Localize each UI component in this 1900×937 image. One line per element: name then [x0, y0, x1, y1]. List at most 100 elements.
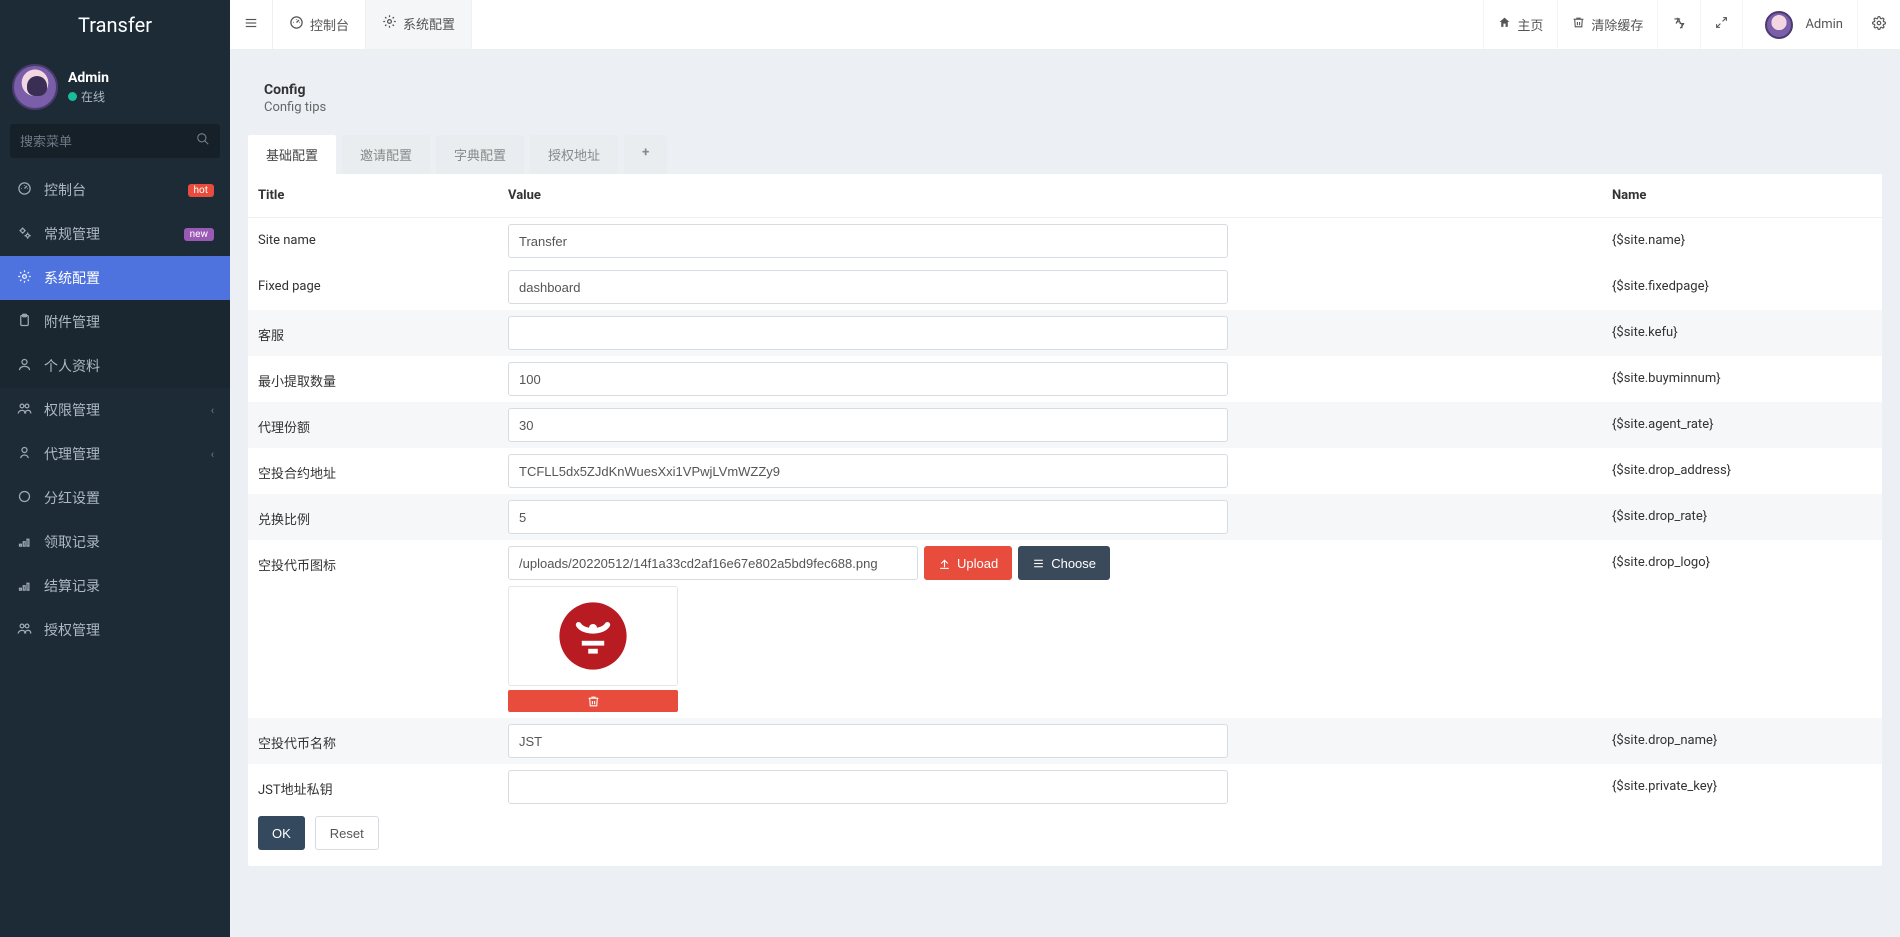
config-row: 客服{$site.kefu} — [248, 310, 1882, 356]
cogs-icon — [16, 225, 32, 244]
upload-label: Upload — [957, 556, 998, 571]
topbar-tab-0[interactable]: 控制台 — [273, 0, 366, 49]
sidebar-item-label: 控制台 — [44, 180, 176, 200]
config-row: 兑换比例{$site.drop_rate} — [248, 494, 1882, 540]
value-input[interactable] — [508, 270, 1228, 304]
value-input[interactable] — [508, 224, 1228, 258]
config-tab-3[interactable]: 授权地址 — [530, 135, 618, 174]
config-tab-1[interactable]: 邀请配置 — [342, 135, 430, 174]
row-name: {$site.drop_rate} — [1602, 494, 1882, 540]
language-button[interactable] — [1657, 0, 1700, 49]
config-row: JST地址私钥 {$site.private_key} — [248, 764, 1882, 810]
choose-button[interactable]: Choose — [1018, 546, 1110, 580]
row-name: {$site.private_key} — [1602, 764, 1882, 810]
sidebar-item-2[interactable]: 系统配置 — [0, 256, 230, 300]
row-value — [498, 402, 1602, 448]
search-icon[interactable] — [196, 132, 210, 150]
topbar-tab-label: 控制台 — [310, 15, 349, 34]
add-tab-button[interactable]: + — [624, 135, 667, 174]
upload-button[interactable]: Upload — [924, 546, 1012, 580]
row-value — [498, 494, 1602, 540]
home-label: 主页 — [1517, 15, 1543, 34]
row-name: {$site.buyminnum} — [1602, 356, 1882, 402]
value-input[interactable] — [508, 362, 1228, 396]
sidebar-item-5[interactable]: 权限管理 ‹ — [0, 388, 230, 432]
value-input[interactable] — [508, 500, 1228, 534]
sidebar-item-10[interactable]: 授权管理 — [0, 608, 230, 652]
clip-icon — [16, 313, 32, 332]
config-row: 空投合约地址{$site.drop_address} — [248, 448, 1882, 494]
topbar-tab-1[interactable]: 系统配置 — [366, 0, 472, 49]
sidebar-item-9[interactable]: 结算记录 — [0, 564, 230, 608]
agent-icon — [16, 445, 32, 464]
topbar: 控制台 系统配置 主页 清除缓存 — [230, 0, 1900, 50]
row-value — [498, 356, 1602, 402]
config-tab-2[interactable]: 字典配置 — [436, 135, 524, 174]
sidebar-item-6[interactable]: 代理管理 ‹ — [0, 432, 230, 476]
fullscreen-button[interactable] — [1700, 0, 1742, 49]
sidebar-item-7[interactable]: 分红设置 — [0, 476, 230, 520]
row-name: {$site.agent_rate} — [1602, 402, 1882, 448]
value-input[interactable] — [508, 454, 1228, 488]
sidebar-item-label: 授权管理 — [44, 620, 214, 640]
row-value — [498, 764, 1602, 810]
user-panel: Admin 在线 — [0, 50, 230, 124]
value-input[interactable] — [508, 724, 1228, 758]
value-input[interactable] — [508, 316, 1228, 350]
row-title: Site name — [248, 218, 498, 265]
group-icon — [16, 401, 32, 420]
sidebar-item-0[interactable]: 控制台 hot — [0, 168, 230, 212]
row-name: {$site.fixedpage} — [1602, 264, 1882, 310]
badge-hot: hot — [188, 184, 214, 197]
value-input[interactable] — [508, 770, 1228, 804]
topbar-user[interactable]: Admin — [1742, 0, 1857, 49]
col-value-header: Value — [498, 174, 1602, 218]
config-tab-0[interactable]: 基础配置 — [248, 135, 336, 174]
sidebar-item-1[interactable]: 常规管理 new — [0, 212, 230, 256]
search-input[interactable] — [20, 134, 196, 149]
sidebar-item-label: 领取记录 — [44, 532, 214, 552]
value-input[interactable] — [508, 408, 1228, 442]
sidebar-item-3[interactable]: 附件管理 — [0, 300, 230, 344]
dashboard-icon — [16, 181, 32, 200]
expand-icon — [1715, 16, 1728, 33]
sidebar-search[interactable] — [10, 124, 220, 158]
home-button[interactable]: 主页 — [1483, 0, 1557, 49]
row-title: 最小提取数量 — [248, 356, 498, 402]
row-value: Upload Choose — [498, 540, 1602, 718]
menu-toggle-button[interactable] — [230, 0, 273, 49]
row-name: {$site.drop_logo} — [1602, 540, 1882, 718]
avatar-icon — [1765, 11, 1793, 39]
choose-label: Choose — [1051, 556, 1096, 571]
clear-cache-button[interactable]: 清除缓存 — [1557, 0, 1657, 49]
badge-new: new — [184, 228, 214, 241]
gear-icon — [382, 14, 397, 33]
config-row: 代理份额{$site.agent_rate} — [248, 402, 1882, 448]
config-row: 最小提取数量 {$site.buyminnum} — [248, 356, 1882, 402]
row-title: JST地址私钥 — [248, 764, 498, 810]
brand-title: Transfer — [0, 0, 230, 50]
chevron-left-icon: ‹ — [211, 448, 214, 461]
upload-path-input[interactable] — [508, 546, 918, 580]
sidebar-item-8[interactable]: 领取记录 — [0, 520, 230, 564]
sidebar-item-4[interactable]: 个人资料 — [0, 344, 230, 388]
config-row: Site name {$site.name} — [248, 218, 1882, 265]
trash-icon — [1572, 16, 1585, 33]
col-name-header: Name — [1602, 174, 1882, 218]
cogs-icon — [1872, 16, 1886, 34]
row-name: {$site.name} — [1602, 218, 1882, 265]
settings-button[interactable] — [1857, 0, 1900, 49]
delete-thumb-button[interactable] — [508, 690, 678, 712]
dashboard-icon — [289, 15, 304, 34]
language-icon — [1672, 16, 1686, 34]
ok-button[interactable]: OK — [258, 816, 305, 850]
col-title-header: Title — [248, 174, 498, 218]
config-table: Title Value Name Site name {$site.name}Fi… — [248, 174, 1882, 810]
avatar — [12, 64, 58, 110]
gear-icon — [16, 269, 32, 288]
row-name: {$site.kefu} — [1602, 310, 1882, 356]
reset-button[interactable]: Reset — [315, 816, 379, 850]
config-row: Fixed page{$site.fixedpage} — [248, 264, 1882, 310]
config-row: 空投代币名称{$site.drop_name} — [248, 718, 1882, 764]
row-title: 空投代币图标 — [248, 540, 498, 718]
